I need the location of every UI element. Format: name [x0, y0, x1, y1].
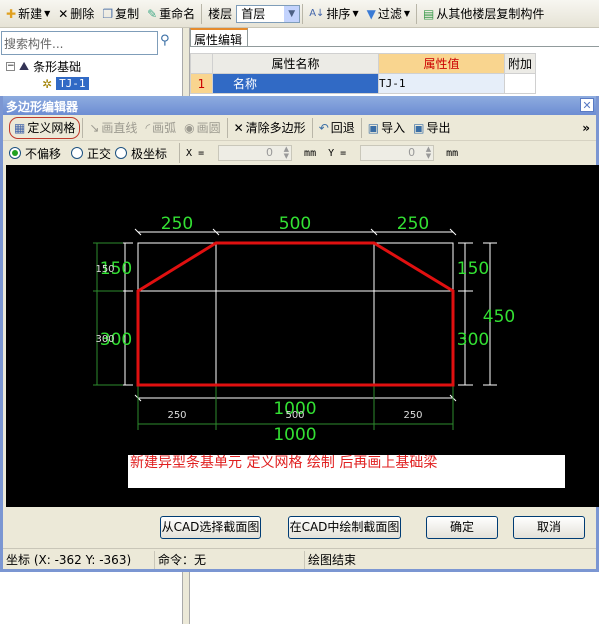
search-input[interactable]: 搜索构件...: [1, 31, 158, 55]
draw-in-cad-button[interactable]: 在CAD中绘制截面图: [288, 516, 401, 539]
header-value: 属性值: [378, 53, 505, 74]
cancel-button[interactable]: 取消: [513, 516, 585, 539]
dim-top-middle: 500: [279, 214, 311, 234]
section-polygon[interactable]: [136, 241, 455, 387]
divider: [302, 3, 304, 24]
radio-polar[interactable]: [115, 147, 128, 159]
arc-icon: ◜: [145, 120, 151, 135]
property-table: 属性名称 属性值 附加 1 名称 TJ-1: [190, 53, 536, 94]
radio-ortho[interactable]: [71, 147, 84, 159]
table-row[interactable]: 1 名称 TJ-1: [190, 73, 536, 94]
radio-no-offset[interactable]: [9, 147, 21, 159]
draw-line-button[interactable]: ↘ 画直线: [85, 117, 141, 139]
chevron-down-icon: ▼: [44, 9, 51, 18]
rename-button[interactable]: ✎ 重命名: [143, 3, 199, 25]
spinner-icon[interactable]: ▲ ▼: [426, 146, 431, 160]
dim-bottom-small-middle: 500: [285, 410, 304, 421]
new-icon: ✚: [6, 6, 17, 21]
delete-icon: ✕: [58, 6, 69, 21]
status-coords: 坐标 (X: -362 Y: -363): [3, 550, 155, 569]
snap-options: 不偏移 正交 极坐标 X = 0 ▲ ▼ mm Y = 0 ▲ ▼ mm: [3, 142, 596, 164]
ok-button[interactable]: 确定: [426, 516, 498, 539]
tree-item-tj1[interactable]: ✲ TJ-1: [6, 75, 89, 92]
search-icon[interactable]: ⚲: [160, 33, 180, 53]
more-tools-button[interactable]: »: [582, 121, 590, 135]
header-name: 属性名称: [212, 53, 379, 74]
drawing-canvas[interactable]: 250 500 250 150 300 450 150 300 1000 100…: [6, 165, 599, 507]
draw-circle-button[interactable]: ◉ 画圆: [180, 117, 225, 139]
component-icon: ✲: [42, 76, 53, 91]
rename-icon: ✎: [147, 6, 158, 21]
spinner-icon[interactable]: ▲ ▼: [284, 146, 289, 160]
floor-select[interactable]: 首层 ▼: [236, 4, 301, 23]
floor-label: 楼层: [208, 7, 233, 21]
main-toolbar: ✚ 新建 ▼ ✕ 删除 ❐ 复制 ✎ 重命名 楼层 首层 ▼ A↓ 排序 ▼ ▼ 过滤 ▼ ▤ 从其他…: [0, 0, 599, 28]
sort-icon: A↓: [309, 7, 325, 19]
divider: [82, 117, 84, 138]
grid-icon: ▦: [14, 120, 26, 135]
tree-item-strip-foundation[interactable]: − ⛰ 条形基础: [6, 58, 89, 75]
chevron-down-icon: ▼: [284, 5, 300, 22]
undo-button[interactable]: ↶ 回退: [315, 117, 359, 139]
delete-button[interactable]: ✕ 删除: [54, 3, 98, 25]
import-button[interactable]: ▣ 导入: [364, 117, 409, 139]
dim-bottom-small-right: 250: [403, 410, 422, 421]
tab-property-editor[interactable]: 属性编辑: [190, 28, 248, 47]
divider: [311, 117, 313, 138]
import-icon: ▣: [367, 120, 380, 135]
select-from-cad-button[interactable]: 从CAD选择截面图: [160, 516, 261, 539]
divider: [226, 117, 228, 138]
line-icon: ↘: [89, 120, 100, 135]
dim-top-left: 250: [161, 214, 193, 234]
sort-button[interactable]: A↓ 排序 ▼: [305, 3, 362, 25]
dim-left-small-upper: 150: [95, 264, 114, 275]
circle-icon: ◉: [184, 120, 195, 135]
dim-right-total: 450: [483, 307, 515, 327]
copy-floor-icon: ▤: [423, 6, 435, 21]
divider: [360, 117, 362, 138]
dim-bottom-small-left: 250: [167, 410, 186, 421]
x-input[interactable]: 0 ▲ ▼: [218, 145, 293, 161]
chevron-down-icon: ▼: [403, 9, 410, 18]
export-button[interactable]: ▣ 导出: [409, 117, 454, 139]
status-bar: 坐标 (X: -362 Y: -363) 命令：无 绘图结束: [3, 548, 596, 570]
divider: [201, 3, 203, 24]
new-button[interactable]: ✚ 新建 ▼: [2, 3, 54, 25]
status-message: 绘图结束: [308, 552, 357, 567]
chevron-down-icon: ▼: [352, 9, 359, 18]
clear-icon: ✕: [233, 120, 244, 135]
draw-arc-button[interactable]: ◜ 画弧: [141, 117, 180, 139]
divider: [179, 143, 181, 163]
define-grid-button[interactable]: ▦ 定义网格: [9, 116, 81, 139]
export-icon: ▣: [413, 120, 425, 135]
tab-divider: [190, 46, 599, 47]
dialog-toolbar: ▦ 定义网格 ↘ 画直线 ◜ 画弧 ◉ 画圆 ✕ 清除多边形 ↶ 回退 ▣ 导入 ▣ 导出 »: [3, 115, 596, 141]
dim-bottom-total-2: 1000: [273, 425, 316, 445]
polygon-editor-dialog: 多边形编辑器 ✕ ▦ 定义网格 ↘ 画直线 ◜ 画弧 ◉ 画圆 ✕ 清除多边形 ↶ 回退 ▣…: [0, 96, 599, 572]
dim-right-upper: 150: [457, 259, 489, 279]
foundation-icon: ⛰: [19, 59, 30, 73]
filter-icon: ▼: [366, 6, 376, 21]
component-tree: − ⛰ 条形基础 ✲ TJ-1: [6, 58, 89, 92]
y-input[interactable]: 0 ▲ ▼: [360, 145, 435, 161]
copy-from-floor-button[interactable]: ▤ 从其他楼层复制构件: [419, 3, 548, 25]
dim-right-lower: 300: [457, 330, 489, 350]
annotation-note: 新建异型条基单元 定义网格 绘制 后再画上基础梁: [128, 455, 565, 488]
dimension-lines: [119, 228, 497, 402]
undo-icon: ↶: [318, 120, 329, 135]
collapse-icon[interactable]: −: [6, 62, 15, 71]
filter-button[interactable]: ▼ 过滤 ▼: [363, 3, 414, 25]
dialog-title: 多边形编辑器: [3, 96, 596, 115]
status-command: 命令：无: [155, 550, 305, 569]
divider: [416, 3, 417, 24]
copy-button[interactable]: ❐ 复制: [98, 3, 143, 25]
copy-icon: ❐: [102, 6, 114, 21]
clear-polygon-button[interactable]: ✕ 清除多边形: [230, 117, 310, 139]
grid-lines: [137, 242, 454, 386]
close-icon[interactable]: ✕: [580, 98, 594, 112]
header-extra: 附加: [504, 53, 536, 74]
dim-top-right: 250: [397, 214, 429, 234]
dim-left-small-lower: 300: [95, 334, 114, 345]
